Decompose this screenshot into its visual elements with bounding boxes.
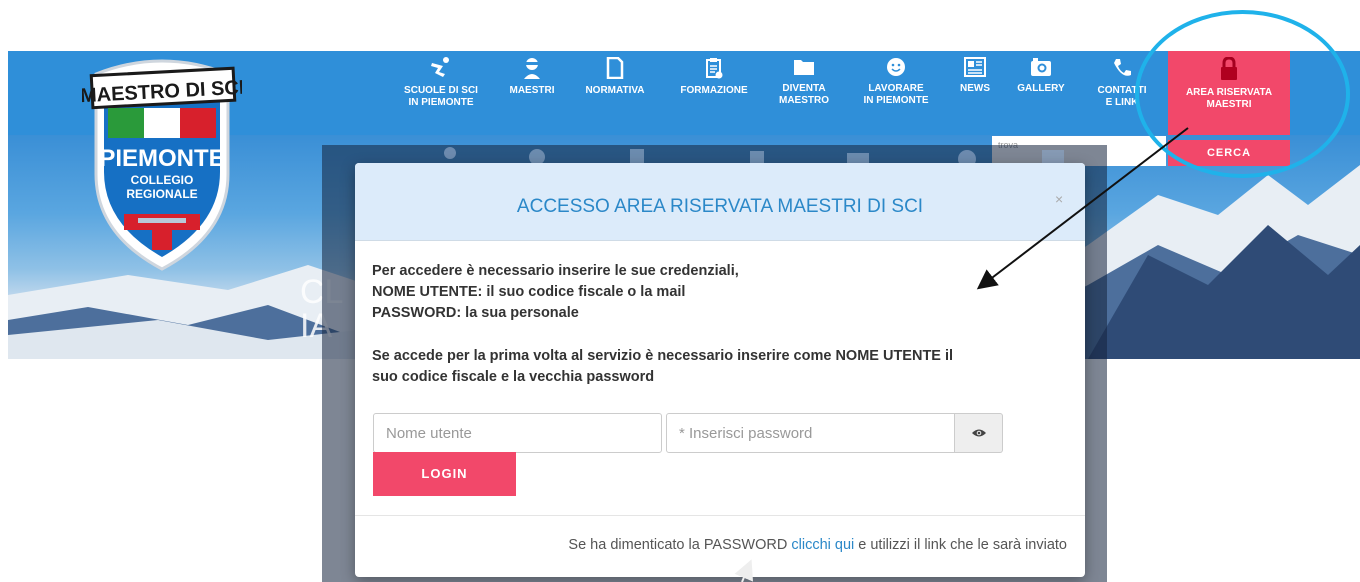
svg-text:COLLEGIO: COLLEGIO: [131, 173, 194, 187]
show-password-button[interactable]: [955, 413, 1003, 453]
nav-label: NORMATIVA: [585, 85, 645, 96]
nav-item-lavorare[interactable]: LAVORARE IN PIEMONTE: [850, 51, 942, 135]
smiley-icon: [887, 58, 905, 76]
nav-label: DIVENTA MAESTRO: [779, 83, 829, 106]
instruction-line: NOME UTENTE: il suo codice fiscale o la …: [372, 284, 686, 300]
nav-item-news[interactable]: NEWS: [952, 51, 998, 135]
nav-item-contatti[interactable]: CONTATTI E LINK: [1086, 51, 1158, 135]
footer-before: Se ha dimenticato la PASSWORD: [568, 537, 792, 553]
folder-icon: [794, 60, 814, 75]
nav-item-formazione[interactable]: FORMAZIONE: [666, 51, 762, 135]
footer-after: e utilizzi il link che le sarà inviato: [854, 537, 1067, 553]
eye-icon: [972, 429, 986, 437]
password-input[interactable]: [666, 413, 955, 453]
search-button[interactable]: CERCA: [1168, 140, 1290, 166]
nav-item-maestri[interactable]: MAESTRI: [500, 51, 564, 135]
login-button[interactable]: LOGIN: [373, 452, 516, 496]
nav-label: GALLERY: [1017, 83, 1065, 94]
username-input[interactable]: [373, 413, 662, 453]
instructor-icon: [524, 58, 540, 79]
instruction-line: Per accedere è necessario inserire le su…: [372, 263, 739, 279]
nav-label: CONTATTI E LINK: [1097, 85, 1147, 108]
skier-icon: [431, 57, 449, 77]
forgot-password-text: Se ha dimenticato la PASSWORD clicchi qu…: [355, 537, 1067, 553]
nav-item-normativa[interactable]: NORMATIVA: [574, 51, 656, 135]
lock-icon: [1221, 57, 1237, 80]
phone-icon: [1114, 59, 1131, 76]
close-icon[interactable]: ×: [1055, 191, 1063, 207]
nav-item-scuole[interactable]: SCUOLE DI SCI IN PIEMONTE: [393, 51, 489, 135]
document-icon: [606, 57, 624, 79]
page: SCUOLE DI SCI IN PIEMONTE MAESTRI NORMAT…: [0, 0, 1360, 582]
svg-text:REGIONALE: REGIONALE: [126, 187, 197, 201]
svg-text:PIEMONTE: PIEMONTE: [99, 145, 224, 172]
nav-item-gallery[interactable]: GALLERY: [1008, 51, 1074, 135]
forgot-password-link[interactable]: clicchi qui: [791, 537, 854, 553]
instruction-line: PASSWORD: la sua personale: [372, 305, 579, 321]
nav-label: MAESTRI: [509, 85, 555, 96]
nav-label: NEWS: [960, 83, 990, 94]
nav-label: LAVORARE IN PIEMONTE: [863, 83, 929, 106]
modal-header: ACCESSO AREA RISERVATA MAESTRI DI SCI ×: [355, 163, 1085, 241]
logo-shield: MAESTRO DI SCI PIEMONTE COLLEGIO REGIONA…: [80, 59, 245, 271]
instruction-line: suo codice fiscale e la vecchia password: [372, 369, 655, 385]
nav-label: FORMAZIONE: [680, 85, 748, 96]
reserved-area-label: AREA RISERVATA MAESTRI: [1185, 87, 1273, 110]
site-logo[interactable]: MAESTRO DI SCI PIEMONTE COLLEGIO REGIONA…: [80, 54, 245, 274]
modal-title: ACCESSO AREA RISERVATA MAESTRI DI SCI: [516, 196, 924, 217]
instruction-line: Se accede per la prima volta al servizio…: [372, 348, 954, 364]
newspaper-icon: [964, 57, 986, 77]
reserved-area-button[interactable]: AREA RISERVATA MAESTRI: [1168, 51, 1290, 135]
modal-divider: [355, 515, 1085, 516]
nav-item-diventa-maestro[interactable]: DIVENTA MAESTRO: [770, 51, 838, 135]
modal-instructions: Per accedere è necessario inserire le su…: [372, 261, 1072, 388]
clipboard-icon: [706, 58, 723, 79]
nav-label: SCUOLE DI SCI IN PIEMONTE: [404, 85, 478, 108]
camera-icon: [1031, 58, 1051, 76]
